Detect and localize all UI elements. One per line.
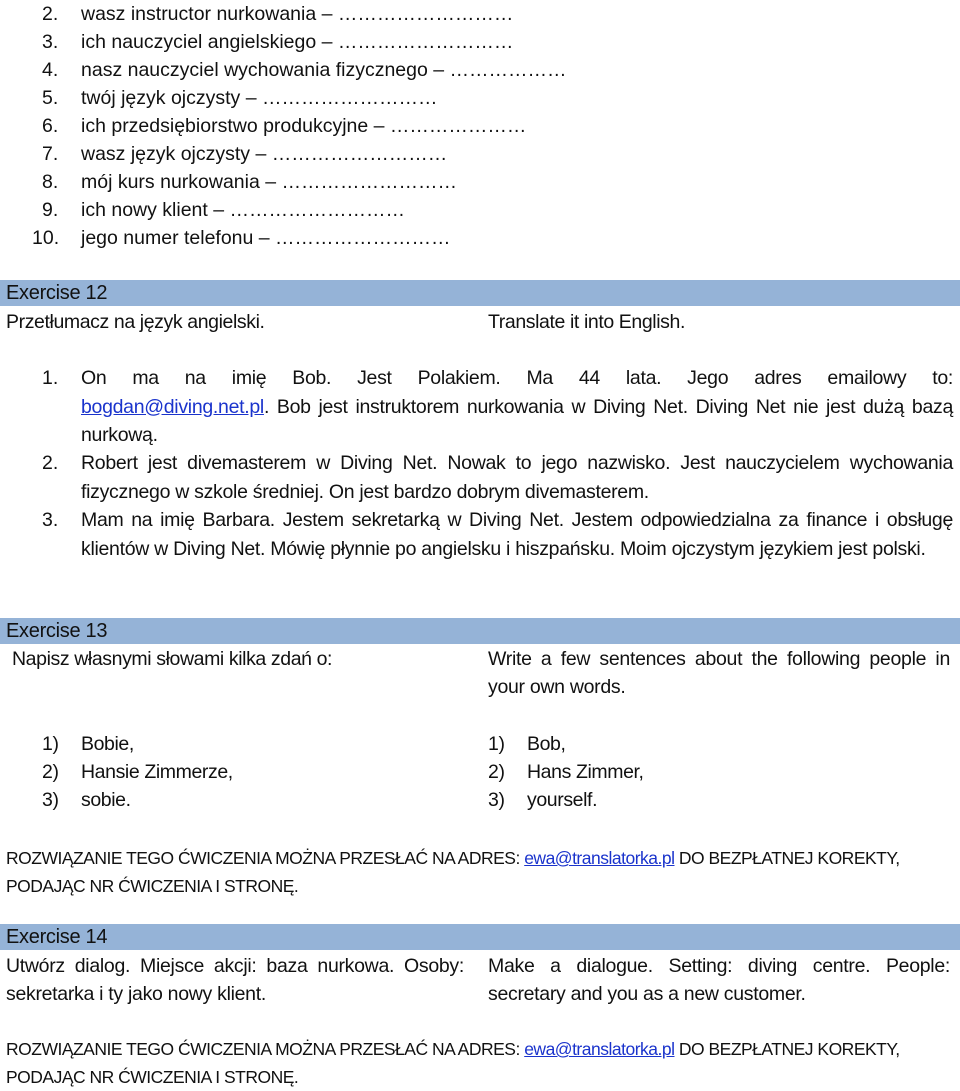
exercise-12-instruction-pl: Przetłumacz na język angielski. — [6, 311, 265, 333]
vocab-item: jego numer telefonu – ……………………… — [81, 227, 451, 249]
email-link[interactable]: ewa@translatorka.pl — [524, 1039, 675, 1059]
exercise-13-instruction-en: Write a few sentences about the followin… — [488, 648, 950, 698]
vocab-num: 7. — [42, 143, 59, 165]
exercise-13-header: Exercise 13 — [0, 618, 960, 644]
exercise-12-header: Exercise 12 — [0, 280, 960, 306]
vocab-item: mój kurs nurkowania – ……………………… — [81, 171, 458, 193]
vocab-item: nasz nauczyciel wychowania fizycznego – … — [81, 59, 567, 81]
exercise-12-instruction-en: Translate it into English. — [488, 311, 685, 333]
list-num: 2) — [42, 761, 59, 783]
vocab-item: twój język ojczysty – ……………………… — [81, 87, 438, 109]
vocab-num: 2. — [42, 3, 59, 25]
list-item: Hans Zimmer, — [527, 761, 644, 783]
vocab-item: ich nauczyciel angielskiego – ……………………… — [81, 31, 514, 53]
exercise-14-header: Exercise 14 — [0, 924, 960, 950]
vocab-num: 8. — [42, 171, 59, 193]
vocab-num: 3. — [42, 31, 59, 53]
vocab-item: ich przedsiębiorstwo produkcyjne – ……………… — [81, 115, 527, 137]
list-item: Bobie, — [81, 733, 134, 755]
exercise-12-item-num: 3. — [42, 509, 59, 531]
exercise-13-instruction-pl: Napisz własnymi słowami kilka zdań o: — [12, 648, 333, 670]
vocab-num: 5. — [42, 87, 59, 109]
exercise-12-item-num: 1. — [42, 367, 59, 389]
exercise-14-instruction-en: Make a dialogue. Setting: diving centre.… — [488, 955, 950, 1005]
vocab-item: wasz instructor nurkowania – ……………………… — [81, 3, 514, 25]
vocab-item: ich nowy klient – ……………………… — [81, 199, 405, 221]
exercise-12-item-2: Robert jest divemasterem w Diving Net. N… — [81, 452, 953, 503]
item-1-rest: bogdan@diving.net.pl. Bob jest instrukto… — [81, 393, 953, 450]
list-num: 2) — [488, 761, 505, 783]
email-link[interactable]: ewa@translatorka.pl — [524, 848, 675, 868]
list-item: Hansie Zimmerze, — [81, 761, 233, 783]
vocab-item: wasz język ojczysty – ……………………… — [81, 143, 448, 165]
notice-text: ROZWIĄZANIE TEGO ĆWICZENIA MOŻNA PRZESŁA… — [6, 1039, 525, 1059]
vocab-num: 4. — [42, 59, 59, 81]
list-item: sobie. — [81, 789, 131, 811]
item-1-line-1: On ma na imię Bob. Jest Polakiem. Ma 44 … — [81, 367, 953, 389]
vocab-num: 6. — [42, 115, 59, 137]
exercise-14-instruction-pl: Utwórz dialog. Miejsce akcji: baza nurko… — [6, 955, 464, 1005]
exercise-12-item-3: Mam na imię Barbara. Jestem sekretarką w… — [81, 509, 953, 560]
correction-notice: ROZWIĄZANIE TEGO ĆWICZENIA MOŻNA PRZESŁA… — [6, 1035, 954, 1091]
list-num: 1) — [488, 733, 505, 755]
list-item: yourself. — [527, 789, 598, 811]
list-num: 3) — [488, 789, 505, 811]
list-item: Bob, — [527, 733, 566, 755]
vocab-num: 10. — [32, 227, 60, 249]
vocab-num: 9. — [42, 199, 59, 221]
exercise-12-item-num: 2. — [42, 452, 59, 474]
correction-notice: ROZWIĄZANIE TEGO ĆWICZENIA MOŻNA PRZESŁA… — [6, 844, 954, 900]
exercise-12-item-1: On ma na imię Bob. Jest Polakiem. Ma 44 … — [81, 364, 953, 450]
email-link[interactable]: bogdan@diving.net.pl — [81, 396, 264, 418]
list-num: 1) — [42, 733, 59, 755]
list-num: 3) — [42, 789, 59, 811]
notice-text: ROZWIĄZANIE TEGO ĆWICZENIA MOŻNA PRZESŁA… — [6, 848, 525, 868]
